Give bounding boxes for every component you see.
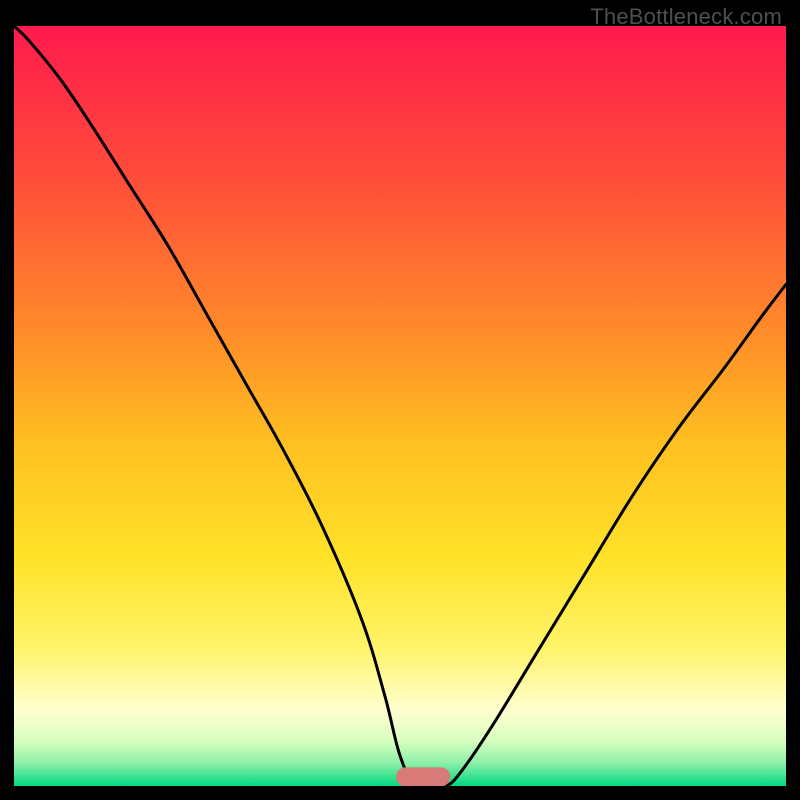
chart-frame — [14, 26, 786, 786]
gradient-background — [14, 26, 786, 786]
watermark-text: TheBottleneck.com — [590, 4, 782, 30]
optimal-marker — [396, 767, 450, 786]
chart-svg — [14, 26, 786, 786]
chart-root: TheBottleneck.com — [0, 0, 800, 800]
